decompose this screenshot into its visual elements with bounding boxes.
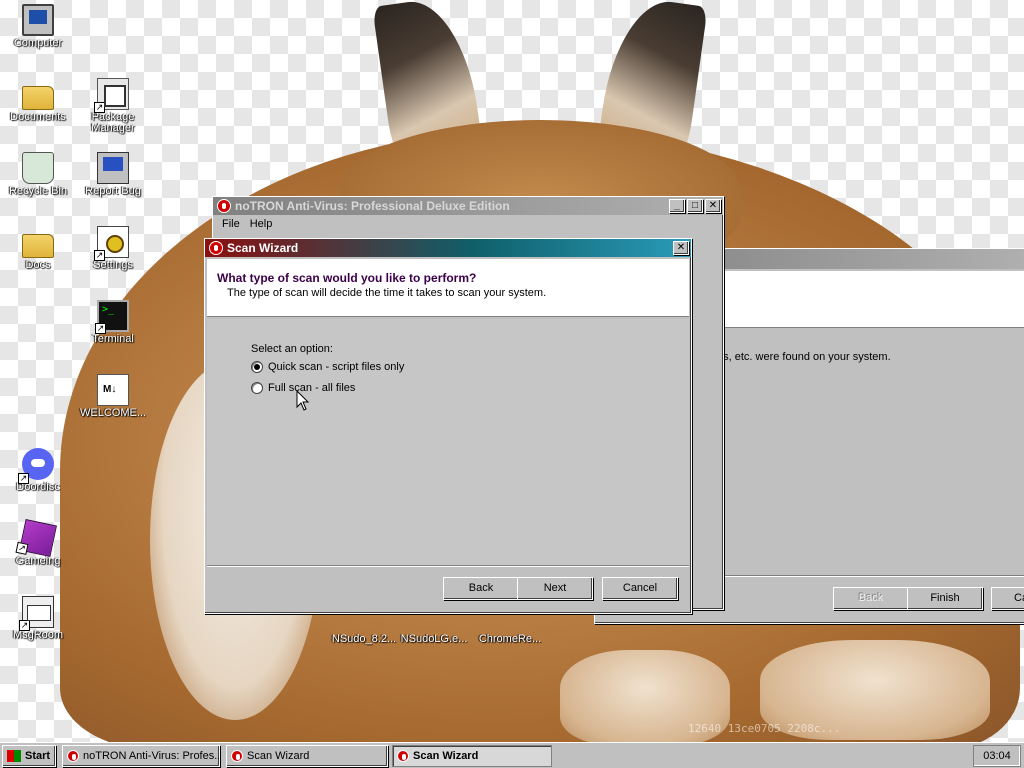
message-icon: ↗	[19, 596, 54, 631]
notron-shield-icon	[397, 750, 409, 762]
desktop-icon-computer[interactable]: Computer	[0, 4, 76, 49]
quick-scan-option[interactable]: Quick scan - script files only	[251, 361, 404, 373]
notron-shield-icon	[209, 241, 223, 255]
quick-scan-label: Quick scan - script files only	[268, 361, 405, 373]
taskbar-task-notron[interactable]: noTRON Anti-Virus: Profes...	[62, 745, 220, 767]
scan-results-cancel-button[interactable]: Ca	[991, 587, 1024, 610]
full-scan-radio[interactable]	[251, 382, 263, 394]
menu-file[interactable]: File	[217, 218, 245, 230]
notron-shield-icon	[217, 199, 231, 213]
taskbar-task-scan-wizard[interactable]: Scan Wizard	[226, 745, 388, 767]
taskbar-clock: 03:04	[973, 745, 1021, 767]
report-bug-icon	[97, 152, 129, 184]
wizard-heading: What type of scan would you like to perf…	[217, 271, 477, 285]
desktop-icon-welcome[interactable]: WELCOME...	[75, 374, 151, 419]
desktop-icon-msgroom[interactable]: ↗ MsgRoom	[0, 596, 76, 641]
desktop-icon-package-manager[interactable]: ↗ Package Manager	[75, 78, 151, 134]
taskbar-task-scan-wizard-active[interactable]: Scan Wizard	[392, 745, 552, 767]
wallpaper-text: 12640 13ce0705 2208c...	[688, 722, 841, 735]
desktop-icon-docs[interactable]: Docs	[0, 226, 76, 271]
wizard-back-button[interactable]: Back	[443, 577, 519, 600]
desktop-icon-gameing[interactable]: ↗ Gameing	[0, 519, 76, 567]
notron-main-title: noTRON Anti-Virus: Professional Deluxe E…	[235, 199, 510, 213]
wizard-prompt: Select an option:	[251, 343, 333, 355]
game-cube-icon: ↗	[15, 519, 57, 557]
desktop: 12640 13ce0705 2208c... Computer Documen…	[0, 0, 1024, 742]
maximize-icon[interactable]: □	[687, 199, 703, 213]
desktop-icon-report-bug[interactable]: Report Bug	[75, 152, 151, 197]
desktop-icon-terminal[interactable]: ↗ Terminal	[75, 300, 151, 345]
scan-results-back-button[interactable]: Back	[833, 587, 909, 610]
settings-icon: ↗	[94, 226, 129, 261]
wizard-next-button[interactable]: Next	[517, 577, 593, 600]
close-icon[interactable]: ✕	[673, 241, 689, 255]
scan-wizard-titlebar[interactable]: Scan Wizard ✕	[205, 239, 691, 257]
folder-icon	[22, 86, 54, 110]
taskbar: Start noTRON Anti-Virus: Profes... Scan …	[0, 742, 1024, 768]
start-label: Start	[25, 750, 51, 762]
wizard-body: Select an option: Quick scan - script fi…	[207, 319, 689, 565]
menu-help[interactable]: Help	[245, 218, 278, 230]
wizard-subheading: The type of scan will decide the time it…	[227, 287, 547, 299]
notron-menubar: File Help	[213, 215, 723, 233]
discord-icon: ↗	[18, 448, 54, 484]
desktop-icon-documents[interactable]: Documents	[0, 78, 76, 123]
start-logo-icon	[7, 750, 21, 762]
desktop-icon-doordisc[interactable]: ↗ Doordisc	[0, 448, 76, 493]
terminal-icon: ↗	[95, 300, 129, 334]
desktop-icon-settings[interactable]: ↗ Settings	[75, 226, 151, 271]
minimize-icon[interactable]: _	[669, 199, 685, 213]
scan-results-finish-button[interactable]: Finish	[907, 587, 983, 610]
start-button[interactable]: Start	[2, 745, 56, 767]
notron-shield-icon	[67, 750, 79, 762]
quick-scan-radio[interactable]	[251, 361, 263, 373]
notron-shield-icon	[231, 750, 243, 762]
computer-icon	[22, 4, 54, 36]
recycle-bin-icon	[22, 152, 54, 184]
folder-icon	[22, 234, 54, 258]
notron-main-titlebar[interactable]: noTRON Anti-Virus: Professional Deluxe E…	[213, 197, 723, 215]
full-scan-label: Full scan - all files	[268, 382, 356, 394]
wizard-cancel-button[interactable]: Cancel	[602, 577, 678, 600]
scan-wizard-title: Scan Wizard	[227, 241, 299, 255]
markdown-file-icon	[97, 374, 129, 406]
scan-wizard-dialog[interactable]: Scan Wizard ✕ What type of scan would yo…	[204, 238, 692, 614]
desktop-icon-recycle-bin[interactable]: Recycle Bin	[0, 152, 76, 197]
package-icon: ↗	[94, 78, 129, 113]
close-icon[interactable]: ✕	[705, 199, 721, 213]
mouse-cursor-icon	[296, 390, 310, 411]
scan-results-text: es, etc. were found on your system.	[717, 351, 891, 363]
wizard-header-panel: What type of scan would you like to perf…	[207, 259, 689, 317]
